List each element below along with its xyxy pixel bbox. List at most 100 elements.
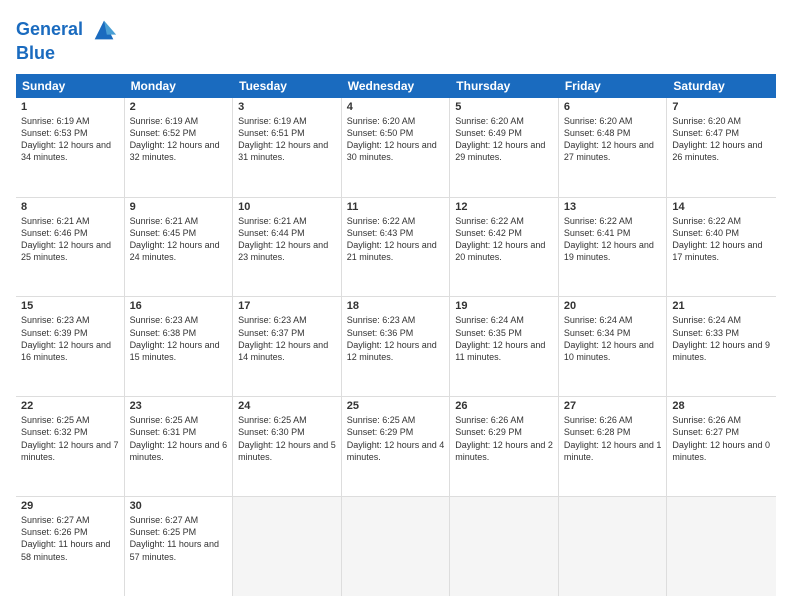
calendar-cell-18: 18 Sunrise: 6:23 AMSunset: 6:36 PMDayligh… bbox=[342, 297, 451, 396]
calendar-row-1: 1 Sunrise: 6:19 AMSunset: 6:53 PMDaylight… bbox=[16, 98, 776, 198]
cell-info: Sunrise: 6:19 AMSunset: 6:51 PMDaylight:… bbox=[238, 115, 336, 164]
calendar-cell-empty bbox=[559, 497, 668, 596]
day-number: 14 bbox=[672, 201, 771, 213]
cell-info: Sunrise: 6:25 AMSunset: 6:31 PMDaylight:… bbox=[130, 414, 228, 463]
logo-general: General bbox=[16, 19, 83, 39]
calendar-cell-12: 12 Sunrise: 6:22 AMSunset: 6:42 PMDayligh… bbox=[450, 198, 559, 297]
calendar-cell-empty bbox=[450, 497, 559, 596]
cell-info: Sunrise: 6:23 AMSunset: 6:38 PMDaylight:… bbox=[130, 314, 228, 363]
cell-info: Sunrise: 6:20 AMSunset: 6:48 PMDaylight:… bbox=[564, 115, 662, 164]
calendar-cell-10: 10 Sunrise: 6:21 AMSunset: 6:44 PMDayligh… bbox=[233, 198, 342, 297]
calendar-header: SundayMondayTuesdayWednesdayThursdayFrid… bbox=[16, 74, 776, 98]
day-number: 11 bbox=[347, 201, 445, 213]
day-number: 12 bbox=[455, 201, 553, 213]
calendar-row-5: 29 Sunrise: 6:27 AMSunset: 6:26 PMDayligh… bbox=[16, 497, 776, 596]
day-number: 19 bbox=[455, 300, 553, 312]
calendar-cell-28: 28 Sunrise: 6:26 AMSunset: 6:27 PMDayligh… bbox=[667, 397, 776, 496]
day-number: 13 bbox=[564, 201, 662, 213]
cell-info: Sunrise: 6:23 AMSunset: 6:39 PMDaylight:… bbox=[21, 314, 119, 363]
day-number: 21 bbox=[672, 300, 771, 312]
weekday-header-friday: Friday bbox=[559, 74, 668, 98]
cell-info: Sunrise: 6:22 AMSunset: 6:40 PMDaylight:… bbox=[672, 215, 771, 264]
calendar-cell-empty bbox=[342, 497, 451, 596]
cell-info: Sunrise: 6:21 AMSunset: 6:44 PMDaylight:… bbox=[238, 215, 336, 264]
header: General Blue bbox=[16, 16, 776, 64]
day-number: 6 bbox=[564, 101, 662, 113]
day-number: 2 bbox=[130, 101, 228, 113]
calendar-cell-20: 20Sunrise: 6:24 AMSunset: 6:34 PMDayligh… bbox=[559, 297, 668, 396]
day-number: 9 bbox=[130, 201, 228, 213]
calendar-cell-6: 6 Sunrise: 6:20 AMSunset: 6:48 PMDaylight… bbox=[559, 98, 668, 197]
weekday-header-monday: Monday bbox=[125, 74, 234, 98]
cell-info: Sunrise: 6:20 AMSunset: 6:47 PMDaylight:… bbox=[672, 115, 771, 164]
calendar-cell-4: 4 Sunrise: 6:20 AMSunset: 6:50 PMDaylight… bbox=[342, 98, 451, 197]
cell-info: Sunrise: 6:27 AMSunset: 6:26 PMDaylight:… bbox=[21, 514, 119, 563]
day-number: 10 bbox=[238, 201, 336, 213]
cell-info: Sunrise: 6:26 AMSunset: 6:27 PMDaylight:… bbox=[672, 414, 771, 463]
cell-info: Sunrise: 6:26 AMSunset: 6:28 PMDaylight:… bbox=[564, 414, 662, 463]
calendar-cell-26: 26 Sunrise: 6:26 AMSunset: 6:29 PMDayligh… bbox=[450, 397, 559, 496]
calendar-row-4: 22 Sunrise: 6:25 AMSunset: 6:32 PMDayligh… bbox=[16, 397, 776, 497]
calendar-cell-9: 9 Sunrise: 6:21 AMSunset: 6:45 PMDaylight… bbox=[125, 198, 234, 297]
cell-info: Sunrise: 6:21 AMSunset: 6:45 PMDaylight:… bbox=[130, 215, 228, 264]
calendar-cell-14: 14 Sunrise: 6:22 AMSunset: 6:40 PMDayligh… bbox=[667, 198, 776, 297]
calendar-row-3: 15 Sunrise: 6:23 AMSunset: 6:39 PMDayligh… bbox=[16, 297, 776, 397]
calendar-body: 1 Sunrise: 6:19 AMSunset: 6:53 PMDaylight… bbox=[16, 98, 776, 596]
calendar-cell-empty bbox=[667, 497, 776, 596]
calendar-cell-21: 21 Sunrise: 6:24 AMSunset: 6:33 PMDayligh… bbox=[667, 297, 776, 396]
logo: General Blue bbox=[16, 16, 118, 64]
calendar-cell-19: 19 Sunrise: 6:24 AMSunset: 6:35 PMDayligh… bbox=[450, 297, 559, 396]
cell-info: Sunrise: 6:24 AMSunset: 6:33 PMDaylight:… bbox=[672, 314, 771, 363]
calendar-cell-8: 8Sunrise: 6:21 AMSunset: 6:46 PMDaylight… bbox=[16, 198, 125, 297]
cell-info: Sunrise: 6:27 AMSunset: 6:25 PMDaylight:… bbox=[130, 514, 228, 563]
day-number: 26 bbox=[455, 400, 553, 412]
day-number: 1 bbox=[21, 101, 119, 113]
weekday-header-tuesday: Tuesday bbox=[233, 74, 342, 98]
day-number: 27 bbox=[564, 400, 662, 412]
day-number: 7 bbox=[672, 101, 771, 113]
day-number: 8 bbox=[21, 201, 119, 213]
day-number: 29 bbox=[21, 500, 119, 512]
day-number: 16 bbox=[130, 300, 228, 312]
calendar-cell-24: 24Sunrise: 6:25 AMSunset: 6:30 PMDayligh… bbox=[233, 397, 342, 496]
day-number: 30 bbox=[130, 500, 228, 512]
cell-info: Sunrise: 6:26 AMSunset: 6:29 PMDaylight:… bbox=[455, 414, 553, 463]
calendar-cell-7: 7 Sunrise: 6:20 AMSunset: 6:47 PMDaylight… bbox=[667, 98, 776, 197]
day-number: 28 bbox=[672, 400, 771, 412]
calendar-cell-1: 1 Sunrise: 6:19 AMSunset: 6:53 PMDaylight… bbox=[16, 98, 125, 197]
logo-icon bbox=[90, 16, 118, 44]
calendar-cell-2: 2 Sunrise: 6:19 AMSunset: 6:52 PMDaylight… bbox=[125, 98, 234, 197]
cell-info: Sunrise: 6:23 AMSunset: 6:36 PMDaylight:… bbox=[347, 314, 445, 363]
weekday-header-saturday: Saturday bbox=[667, 74, 776, 98]
calendar-cell-25: 25 Sunrise: 6:25 AMSunset: 6:29 PMDayligh… bbox=[342, 397, 451, 496]
cell-info: Sunrise: 6:19 AMSunset: 6:52 PMDaylight:… bbox=[130, 115, 228, 164]
day-number: 4 bbox=[347, 101, 445, 113]
logo-blue: Blue bbox=[16, 44, 118, 64]
day-number: 18 bbox=[347, 300, 445, 312]
calendar-cell-empty bbox=[233, 497, 342, 596]
calendar-row-2: 8Sunrise: 6:21 AMSunset: 6:46 PMDaylight… bbox=[16, 198, 776, 298]
calendar-cell-16: 16 Sunrise: 6:23 AMSunset: 6:38 PMDayligh… bbox=[125, 297, 234, 396]
day-number: 3 bbox=[238, 101, 336, 113]
cell-info: Sunrise: 6:19 AMSunset: 6:53 PMDaylight:… bbox=[21, 115, 119, 164]
weekday-header-wednesday: Wednesday bbox=[342, 74, 451, 98]
calendar-cell-23: 23Sunrise: 6:25 AMSunset: 6:31 PMDayligh… bbox=[125, 397, 234, 496]
cell-info: Sunrise: 6:24 AMSunset: 6:35 PMDaylight:… bbox=[455, 314, 553, 363]
cell-info: Sunrise: 6:20 AMSunset: 6:50 PMDaylight:… bbox=[347, 115, 445, 164]
weekday-header-sunday: Sunday bbox=[16, 74, 125, 98]
day-number: 25 bbox=[347, 400, 445, 412]
cell-info: Sunrise: 6:25 AMSunset: 6:30 PMDaylight:… bbox=[238, 414, 336, 463]
page: General Blue SundayMondayTuesdayWednesda… bbox=[0, 0, 792, 612]
calendar: SundayMondayTuesdayWednesdayThursdayFrid… bbox=[16, 74, 776, 596]
cell-info: Sunrise: 6:25 AMSunset: 6:29 PMDaylight:… bbox=[347, 414, 445, 463]
cell-info: Sunrise: 6:22 AMSunset: 6:43 PMDaylight:… bbox=[347, 215, 445, 264]
cell-info: Sunrise: 6:22 AMSunset: 6:42 PMDaylight:… bbox=[455, 215, 553, 264]
cell-info: Sunrise: 6:24 AMSunset: 6:34 PMDaylight:… bbox=[564, 314, 662, 363]
weekday-header-thursday: Thursday bbox=[450, 74, 559, 98]
day-number: 22 bbox=[21, 400, 119, 412]
calendar-cell-27: 27 Sunrise: 6:26 AMSunset: 6:28 PMDayligh… bbox=[559, 397, 668, 496]
cell-info: Sunrise: 6:20 AMSunset: 6:49 PMDaylight:… bbox=[455, 115, 553, 164]
day-number: 15 bbox=[21, 300, 119, 312]
cell-info: Sunrise: 6:25 AMSunset: 6:32 PMDaylight:… bbox=[21, 414, 119, 463]
logo-text: General bbox=[16, 16, 118, 44]
